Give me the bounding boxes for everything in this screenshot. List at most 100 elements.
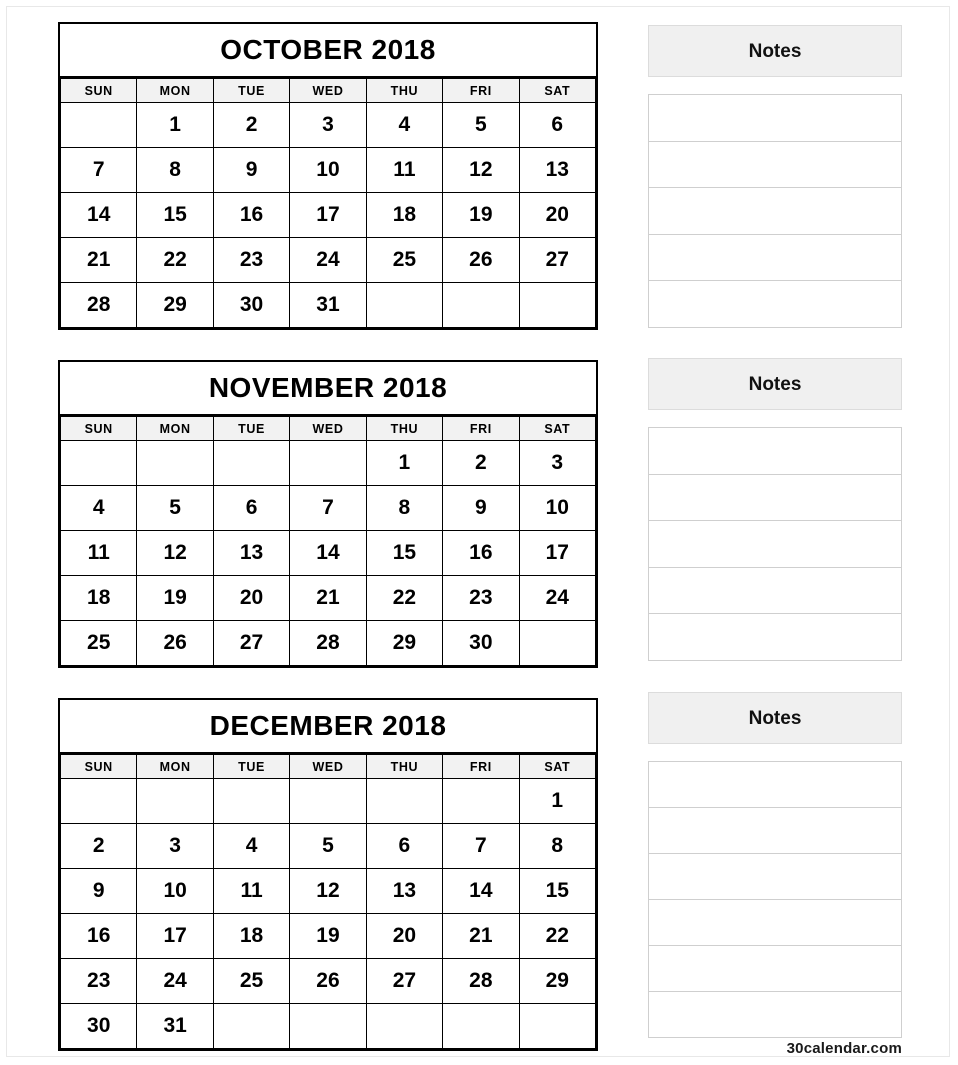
day-cell[interactable]: 1 (365, 440, 444, 486)
notes-line[interactable] (649, 427, 901, 474)
day-cell[interactable]: 1 (518, 778, 597, 824)
day-cell[interactable]: 8 (365, 485, 444, 531)
day-cell[interactable]: 25 (59, 620, 138, 666)
notes-lines[interactable] (648, 761, 902, 1038)
day-cell[interactable]: 8 (518, 823, 597, 869)
day-cell[interactable]: 7 (59, 147, 138, 193)
notes-line[interactable] (649, 945, 901, 991)
day-cell[interactable]: 8 (136, 147, 214, 193)
day-cell[interactable]: 21 (59, 237, 138, 283)
notes-line[interactable] (649, 473, 901, 521)
day-cell[interactable]: 24 (136, 958, 214, 1004)
notes-lines[interactable] (648, 94, 902, 328)
day-cell[interactable]: 26 (136, 620, 214, 666)
day-cell[interactable]: 20 (518, 192, 597, 238)
day-cell[interactable]: 14 (289, 530, 367, 576)
day-cell[interactable]: 21 (289, 575, 367, 621)
day-cell[interactable]: 2 (212, 102, 291, 148)
day-cell[interactable]: 29 (518, 958, 597, 1004)
day-cell[interactable]: 17 (289, 192, 367, 238)
day-cell[interactable]: 27 (365, 958, 444, 1004)
day-cell[interactable]: 9 (442, 485, 520, 531)
day-cell[interactable]: 11 (212, 868, 291, 914)
day-cell[interactable]: 15 (136, 192, 214, 238)
day-cell[interactable]: 18 (59, 575, 138, 621)
day-cell[interactable]: 28 (289, 620, 367, 666)
day-cell[interactable]: 25 (365, 237, 444, 283)
day-cell[interactable]: 21 (442, 913, 520, 959)
day-cell[interactable]: 2 (59, 823, 138, 869)
day-cell[interactable]: 10 (289, 147, 367, 193)
day-cell[interactable]: 17 (136, 913, 214, 959)
day-cell[interactable]: 4 (59, 485, 138, 531)
day-cell[interactable]: 27 (212, 620, 291, 666)
notes-line[interactable] (649, 140, 901, 188)
notes-line[interactable] (649, 233, 901, 281)
day-cell[interactable]: 18 (365, 192, 444, 238)
day-cell[interactable]: 4 (365, 102, 444, 148)
day-cell[interactable]: 16 (59, 913, 138, 959)
day-cell[interactable]: 28 (442, 958, 520, 1004)
day-cell[interactable]: 22 (518, 913, 597, 959)
day-cell[interactable]: 11 (365, 147, 444, 193)
day-cell[interactable]: 3 (518, 440, 597, 486)
day-cell[interactable]: 5 (442, 102, 520, 148)
day-cell[interactable]: 1 (136, 102, 214, 148)
day-cell[interactable]: 23 (59, 958, 138, 1004)
day-cell[interactable]: 13 (518, 147, 597, 193)
day-cell[interactable]: 16 (212, 192, 291, 238)
notes-line[interactable] (649, 187, 901, 234)
notes-line[interactable] (649, 520, 901, 567)
day-cell[interactable]: 27 (518, 237, 597, 283)
day-cell[interactable]: 14 (59, 192, 138, 238)
day-cell[interactable]: 24 (289, 237, 367, 283)
day-cell[interactable]: 20 (212, 575, 291, 621)
day-cell[interactable]: 26 (289, 958, 367, 1004)
day-cell[interactable]: 16 (442, 530, 520, 576)
notes-line[interactable] (649, 761, 901, 807)
day-cell[interactable]: 6 (365, 823, 444, 869)
notes-line[interactable] (649, 899, 901, 945)
day-cell[interactable]: 28 (59, 282, 138, 328)
day-cell[interactable]: 5 (136, 485, 214, 531)
day-cell[interactable]: 9 (212, 147, 291, 193)
day-cell[interactable]: 19 (136, 575, 214, 621)
day-cell[interactable]: 31 (136, 1003, 214, 1049)
day-cell[interactable]: 6 (518, 102, 597, 148)
notes-line[interactable] (649, 853, 901, 899)
notes-line[interactable] (649, 280, 901, 327)
day-cell[interactable]: 15 (518, 868, 597, 914)
day-cell[interactable]: 23 (212, 237, 291, 283)
day-cell[interactable]: 12 (442, 147, 520, 193)
day-cell[interactable]: 10 (518, 485, 597, 531)
notes-line[interactable] (649, 566, 901, 614)
day-cell[interactable]: 5 (289, 823, 367, 869)
day-cell[interactable]: 6 (212, 485, 291, 531)
notes-line[interactable] (649, 807, 901, 853)
day-cell[interactable]: 13 (212, 530, 291, 576)
day-cell[interactable]: 7 (289, 485, 367, 531)
notes-line[interactable] (649, 613, 901, 660)
day-cell[interactable]: 19 (289, 913, 367, 959)
notes-line[interactable] (649, 991, 901, 1037)
day-cell[interactable]: 19 (442, 192, 520, 238)
notes-lines[interactable] (648, 427, 902, 661)
day-cell[interactable]: 17 (518, 530, 597, 576)
day-cell[interactable]: 31 (289, 282, 367, 328)
day-cell[interactable]: 23 (442, 575, 520, 621)
day-cell[interactable]: 10 (136, 868, 214, 914)
day-cell[interactable]: 24 (518, 575, 597, 621)
day-cell[interactable]: 20 (365, 913, 444, 959)
day-cell[interactable]: 2 (442, 440, 520, 486)
day-cell[interactable]: 12 (136, 530, 214, 576)
notes-line[interactable] (649, 94, 901, 141)
day-cell[interactable]: 30 (442, 620, 520, 666)
day-cell[interactable]: 12 (289, 868, 367, 914)
day-cell[interactable]: 13 (365, 868, 444, 914)
day-cell[interactable]: 4 (212, 823, 291, 869)
day-cell[interactable]: 22 (136, 237, 214, 283)
day-cell[interactable]: 18 (212, 913, 291, 959)
day-cell[interactable]: 14 (442, 868, 520, 914)
day-cell[interactable]: 30 (59, 1003, 138, 1049)
day-cell[interactable]: 9 (59, 868, 138, 914)
